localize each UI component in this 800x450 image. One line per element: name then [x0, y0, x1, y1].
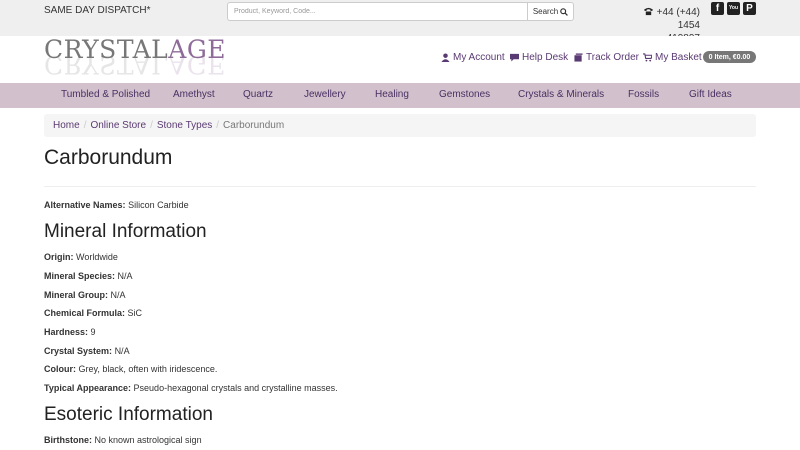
- pinterest-icon[interactable]: P: [743, 2, 756, 15]
- nav-healing[interactable]: Healing: [375, 89, 409, 100]
- mineral-information-heading: Mineral Information: [44, 221, 207, 242]
- same-day-dispatch-notice: SAME DAY DISPATCH*: [44, 5, 151, 16]
- search-icon: [560, 7, 569, 16]
- my-account-label: My Account: [453, 52, 505, 63]
- typical-appearance: Typical Appearance: Pseudo-hexagonal cry…: [44, 383, 338, 393]
- nav-jewellery[interactable]: Jewellery: [304, 89, 346, 100]
- phone-icon: [643, 7, 653, 16]
- nav-crystals-minerals[interactable]: Crystals & Minerals: [518, 89, 604, 100]
- help-desk-link[interactable]: Help Desk: [510, 51, 568, 64]
- breadcrumb-separator: /: [216, 120, 220, 131]
- youtube-icon[interactable]: You: [727, 2, 740, 15]
- colour: Colour: Grey, black, often with iridesce…: [44, 364, 218, 374]
- phone-line-1: +44 (+44) 1454: [656, 7, 700, 31]
- crystal-age-logo[interactable]: CRYSTALAGE CRYSTALAGE: [44, 37, 226, 80]
- mineral-species: Mineral Species: N/A: [44, 271, 133, 281]
- nav-fossils[interactable]: Fossils: [628, 89, 659, 100]
- breadcrumb-home[interactable]: Home: [53, 120, 80, 131]
- track-order-label: Track Order: [586, 52, 639, 63]
- nav-amethyst[interactable]: Amethyst: [173, 89, 215, 100]
- track-order-link[interactable]: Track Order: [574, 51, 639, 64]
- breadcrumb: Home / Online Store / Stone Types / Carb…: [44, 114, 756, 137]
- breadcrumb-separator: /: [83, 120, 87, 131]
- breadcrumb-stone-types[interactable]: Stone Types: [157, 120, 212, 131]
- search-form: Search: [227, 2, 574, 21]
- search-input[interactable]: [227, 2, 527, 21]
- breadcrumb-online-store[interactable]: Online Store: [90, 120, 146, 131]
- search-button[interactable]: Search: [527, 2, 574, 21]
- breadcrumb-current: Carborundum: [223, 120, 285, 131]
- hardness: Hardness: 9: [44, 327, 96, 337]
- my-basket-label: My Basket: [655, 52, 702, 63]
- breadcrumb-separator: /: [150, 120, 153, 131]
- esoteric-information-heading: Esoteric Information: [44, 404, 213, 425]
- cart-icon: [643, 53, 652, 62]
- nav-quartz[interactable]: Quartz: [243, 89, 273, 100]
- mineral-origin: Origin: Worldwide: [44, 252, 118, 262]
- search-button-label: Search: [532, 7, 559, 16]
- logo-reflection: CRYSTALAGE: [44, 50, 227, 79]
- my-account-link[interactable]: My Account: [441, 51, 505, 64]
- crystal-system: Crystal System: N/A: [44, 346, 130, 356]
- nav-tumbled-polished[interactable]: Tumbled & Polished: [61, 89, 150, 100]
- chemical-formula: Chemical Formula: SiC: [44, 308, 143, 318]
- comment-icon: [510, 53, 519, 62]
- page-title: Carborundum: [44, 146, 173, 169]
- mineral-group: Mineral Group: N/A: [44, 290, 126, 300]
- basket-summary-badge[interactable]: 0 Item, €0.00: [703, 51, 756, 63]
- divider: [44, 186, 756, 187]
- social-links: f You P: [711, 2, 756, 15]
- nav-gemstones[interactable]: Gemstones: [439, 89, 490, 100]
- main-navigation: Tumbled & Polished Amethyst Quartz Jewel…: [0, 83, 800, 108]
- alternative-names: Alternative Names: Silicon Carbide: [44, 200, 189, 210]
- birthstone: Birthstone: No known astrological sign: [44, 435, 202, 445]
- help-desk-label: Help Desk: [522, 52, 569, 63]
- box-icon: [574, 53, 583, 62]
- facebook-icon[interactable]: f: [711, 2, 724, 15]
- user-icon: [441, 53, 450, 62]
- nav-gift-ideas[interactable]: Gift Ideas: [689, 89, 732, 100]
- my-basket-link[interactable]: My Basket: [643, 51, 702, 64]
